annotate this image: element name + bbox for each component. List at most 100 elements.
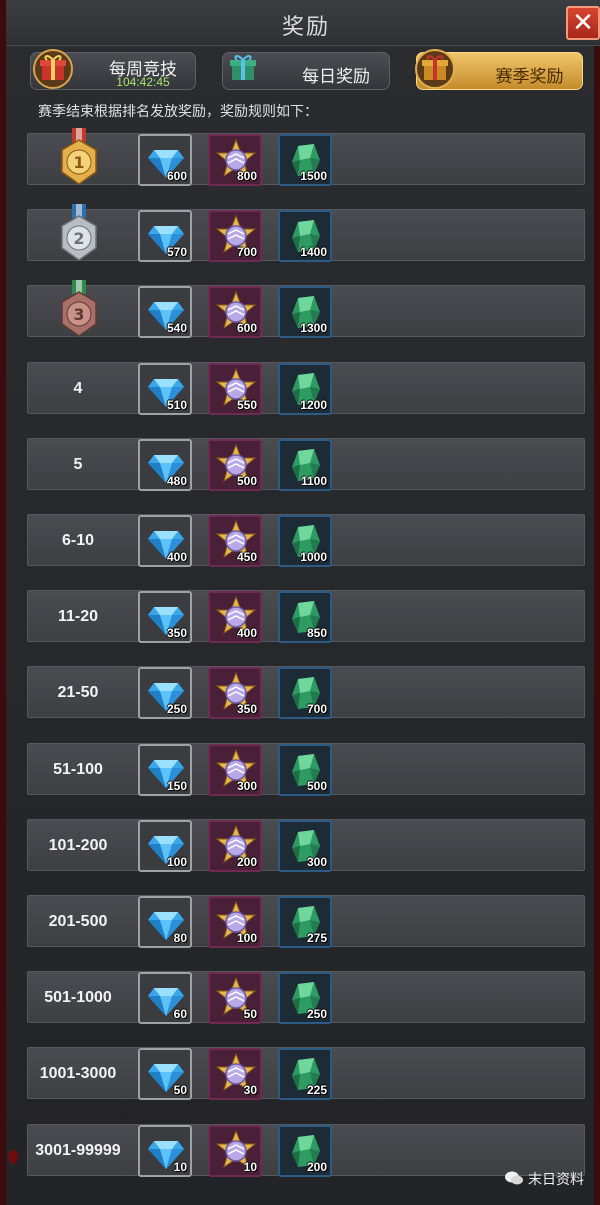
tab-daily-reward[interactable]: 每日奖励 [222,52,390,90]
rank-medal-icon: 3 [61,280,97,337]
reward-item-badge[interactable]: 350 [208,667,262,719]
reward-item-crystal[interactable]: 300 [278,820,332,872]
reward-item-crystal[interactable]: 1500 [278,134,332,186]
rank-medal-icon: 2 [61,204,97,261]
tab-weekly-arena[interactable]: 每周竞技 104:42:45 [30,49,196,90]
reward-item-crystal[interactable]: 850 [278,591,332,643]
svg-text:3: 3 [73,305,84,324]
reward-row: 201-500 80 100 275 [27,895,585,948]
reward-item-diamond[interactable]: 400 [138,515,192,567]
rank-medal-icon: 1 [61,128,97,185]
rank-label: 1001-3000 [39,1065,117,1082]
reward-item-crystal[interactable]: 500 [278,744,332,796]
reward-amount: 10 [243,1160,257,1174]
reward-item-badge[interactable]: 450 [208,515,262,567]
reward-item-diamond[interactable]: 510 [138,363,192,415]
tab-label: 赛季奖励 [495,67,564,86]
rank-cell: 2 [28,204,128,262]
reward-item-crystal[interactable]: 1200 [278,363,332,415]
reward-item-diamond[interactable]: 100 [138,820,192,872]
rank-label: 201-500 [48,913,108,930]
reward-window: 奖励 ✕ 每周竞技 104:42:45 每日奖励 赛季奖励 赛季结束根据排名发放… [0,0,600,1205]
reward-item-badge[interactable]: 500 [208,439,262,491]
rank-label: 501-1000 [44,989,112,1006]
reward-item-crystal[interactable]: 225 [278,1048,332,1100]
reward-item-diamond[interactable]: 350 [138,591,192,643]
reward-row: 2 570 700 1400 [27,204,585,262]
reward-item-diamond[interactable]: 50 [138,1048,192,1100]
rank-label: 6-10 [61,532,95,549]
reward-amount: 30 [243,1083,257,1097]
reward-amount: 500 [236,474,257,488]
reward-amount: 700 [236,245,257,259]
reward-amount: 100 [236,931,257,945]
reward-item-diamond[interactable]: 10 [138,1125,192,1177]
reward-item-crystal[interactable]: 200 [278,1125,332,1177]
reward-item-badge[interactable]: 10 [208,1125,262,1177]
reward-item-badge[interactable]: 400 [208,591,262,643]
gift-gold-icon [415,49,455,89]
reward-item-badge[interactable]: 700 [208,210,262,262]
reward-amount: 480 [166,474,187,488]
reward-item-diamond[interactable]: 480 [138,439,192,491]
reward-item-diamond[interactable]: 150 [138,744,192,796]
reward-amount: 540 [166,321,187,335]
reward-row: 11-20 350 400 850 [27,590,585,643]
reward-amount: 100 [166,855,187,869]
reward-amount: 600 [236,321,257,335]
reward-item-badge[interactable]: 550 [208,363,262,415]
close-icon: ✕ [572,7,594,37]
window-title: 奖励 [281,14,330,39]
reward-amount: 850 [306,626,327,640]
reward-item-badge[interactable]: 100 [208,896,262,948]
rank-label: 4 [73,380,83,397]
window-header: 奖励 ✕ [6,0,600,46]
reward-amount: 300 [236,779,257,793]
reward-row: 4 510 550 1200 [27,362,585,415]
reward-item-crystal[interactable]: 700 [278,667,332,719]
reward-amount: 50 [243,1007,257,1021]
reward-row: 51-100 150 300 500 [27,743,585,796]
tab-label: 每日奖励 [302,67,370,86]
reward-amount: 50 [173,1083,187,1097]
reward-amount: 1500 [300,169,327,183]
reward-amount: 200 [306,1160,327,1174]
rank-cell: 3 [28,280,128,338]
reward-amount: 400 [166,550,187,564]
reward-item-crystal[interactable]: 275 [278,896,332,948]
reward-item-crystal[interactable]: 250 [278,972,332,1024]
reward-item-diamond[interactable]: 80 [138,896,192,948]
reward-item-crystal[interactable]: 1300 [278,286,332,338]
reward-amount: 600 [166,169,187,183]
reward-row: 1001-3000 50 30 225 [27,1047,585,1100]
reward-rules-text: 赛季结束根据排名发放奖励，奖励规则如下： [38,103,318,119]
reward-item-crystal[interactable]: 1400 [278,210,332,262]
reward-item-crystal[interactable]: 1000 [278,515,332,567]
reward-item-badge[interactable]: 300 [208,744,262,796]
reward-row: 3 540 600 1300 [27,280,585,338]
reward-item-diamond[interactable]: 60 [138,972,192,1024]
reward-item-badge[interactable]: 600 [208,286,262,338]
reward-item-badge[interactable]: 200 [208,820,262,872]
rank-label: 5 [73,456,83,473]
reward-amount: 350 [236,702,257,716]
reward-item-diamond[interactable]: 570 [138,210,192,262]
reward-item-badge[interactable]: 800 [208,134,262,186]
reward-item-badge[interactable]: 30 [208,1048,262,1100]
reward-amount: 550 [236,398,257,412]
close-button[interactable]: ✕ [566,6,600,40]
reward-item-badge[interactable]: 50 [208,972,262,1024]
reward-amount: 1000 [300,550,327,564]
reward-item-diamond[interactable]: 540 [138,286,192,338]
reward-row: 1 600 800 1500 [27,128,585,186]
reward-item-diamond[interactable]: 250 [138,667,192,719]
tab-season-reward[interactable]: 赛季奖励 [415,49,583,90]
reward-amount: 80 [173,931,187,945]
reward-amount: 225 [306,1083,327,1097]
reward-item-crystal[interactable]: 1100 [278,439,332,491]
reward-amount: 300 [306,855,327,869]
reward-amount: 570 [166,245,187,259]
reward-amount: 60 [173,1007,187,1021]
rank-label: 101-200 [48,837,108,854]
reward-item-diamond[interactable]: 600 [138,134,192,186]
